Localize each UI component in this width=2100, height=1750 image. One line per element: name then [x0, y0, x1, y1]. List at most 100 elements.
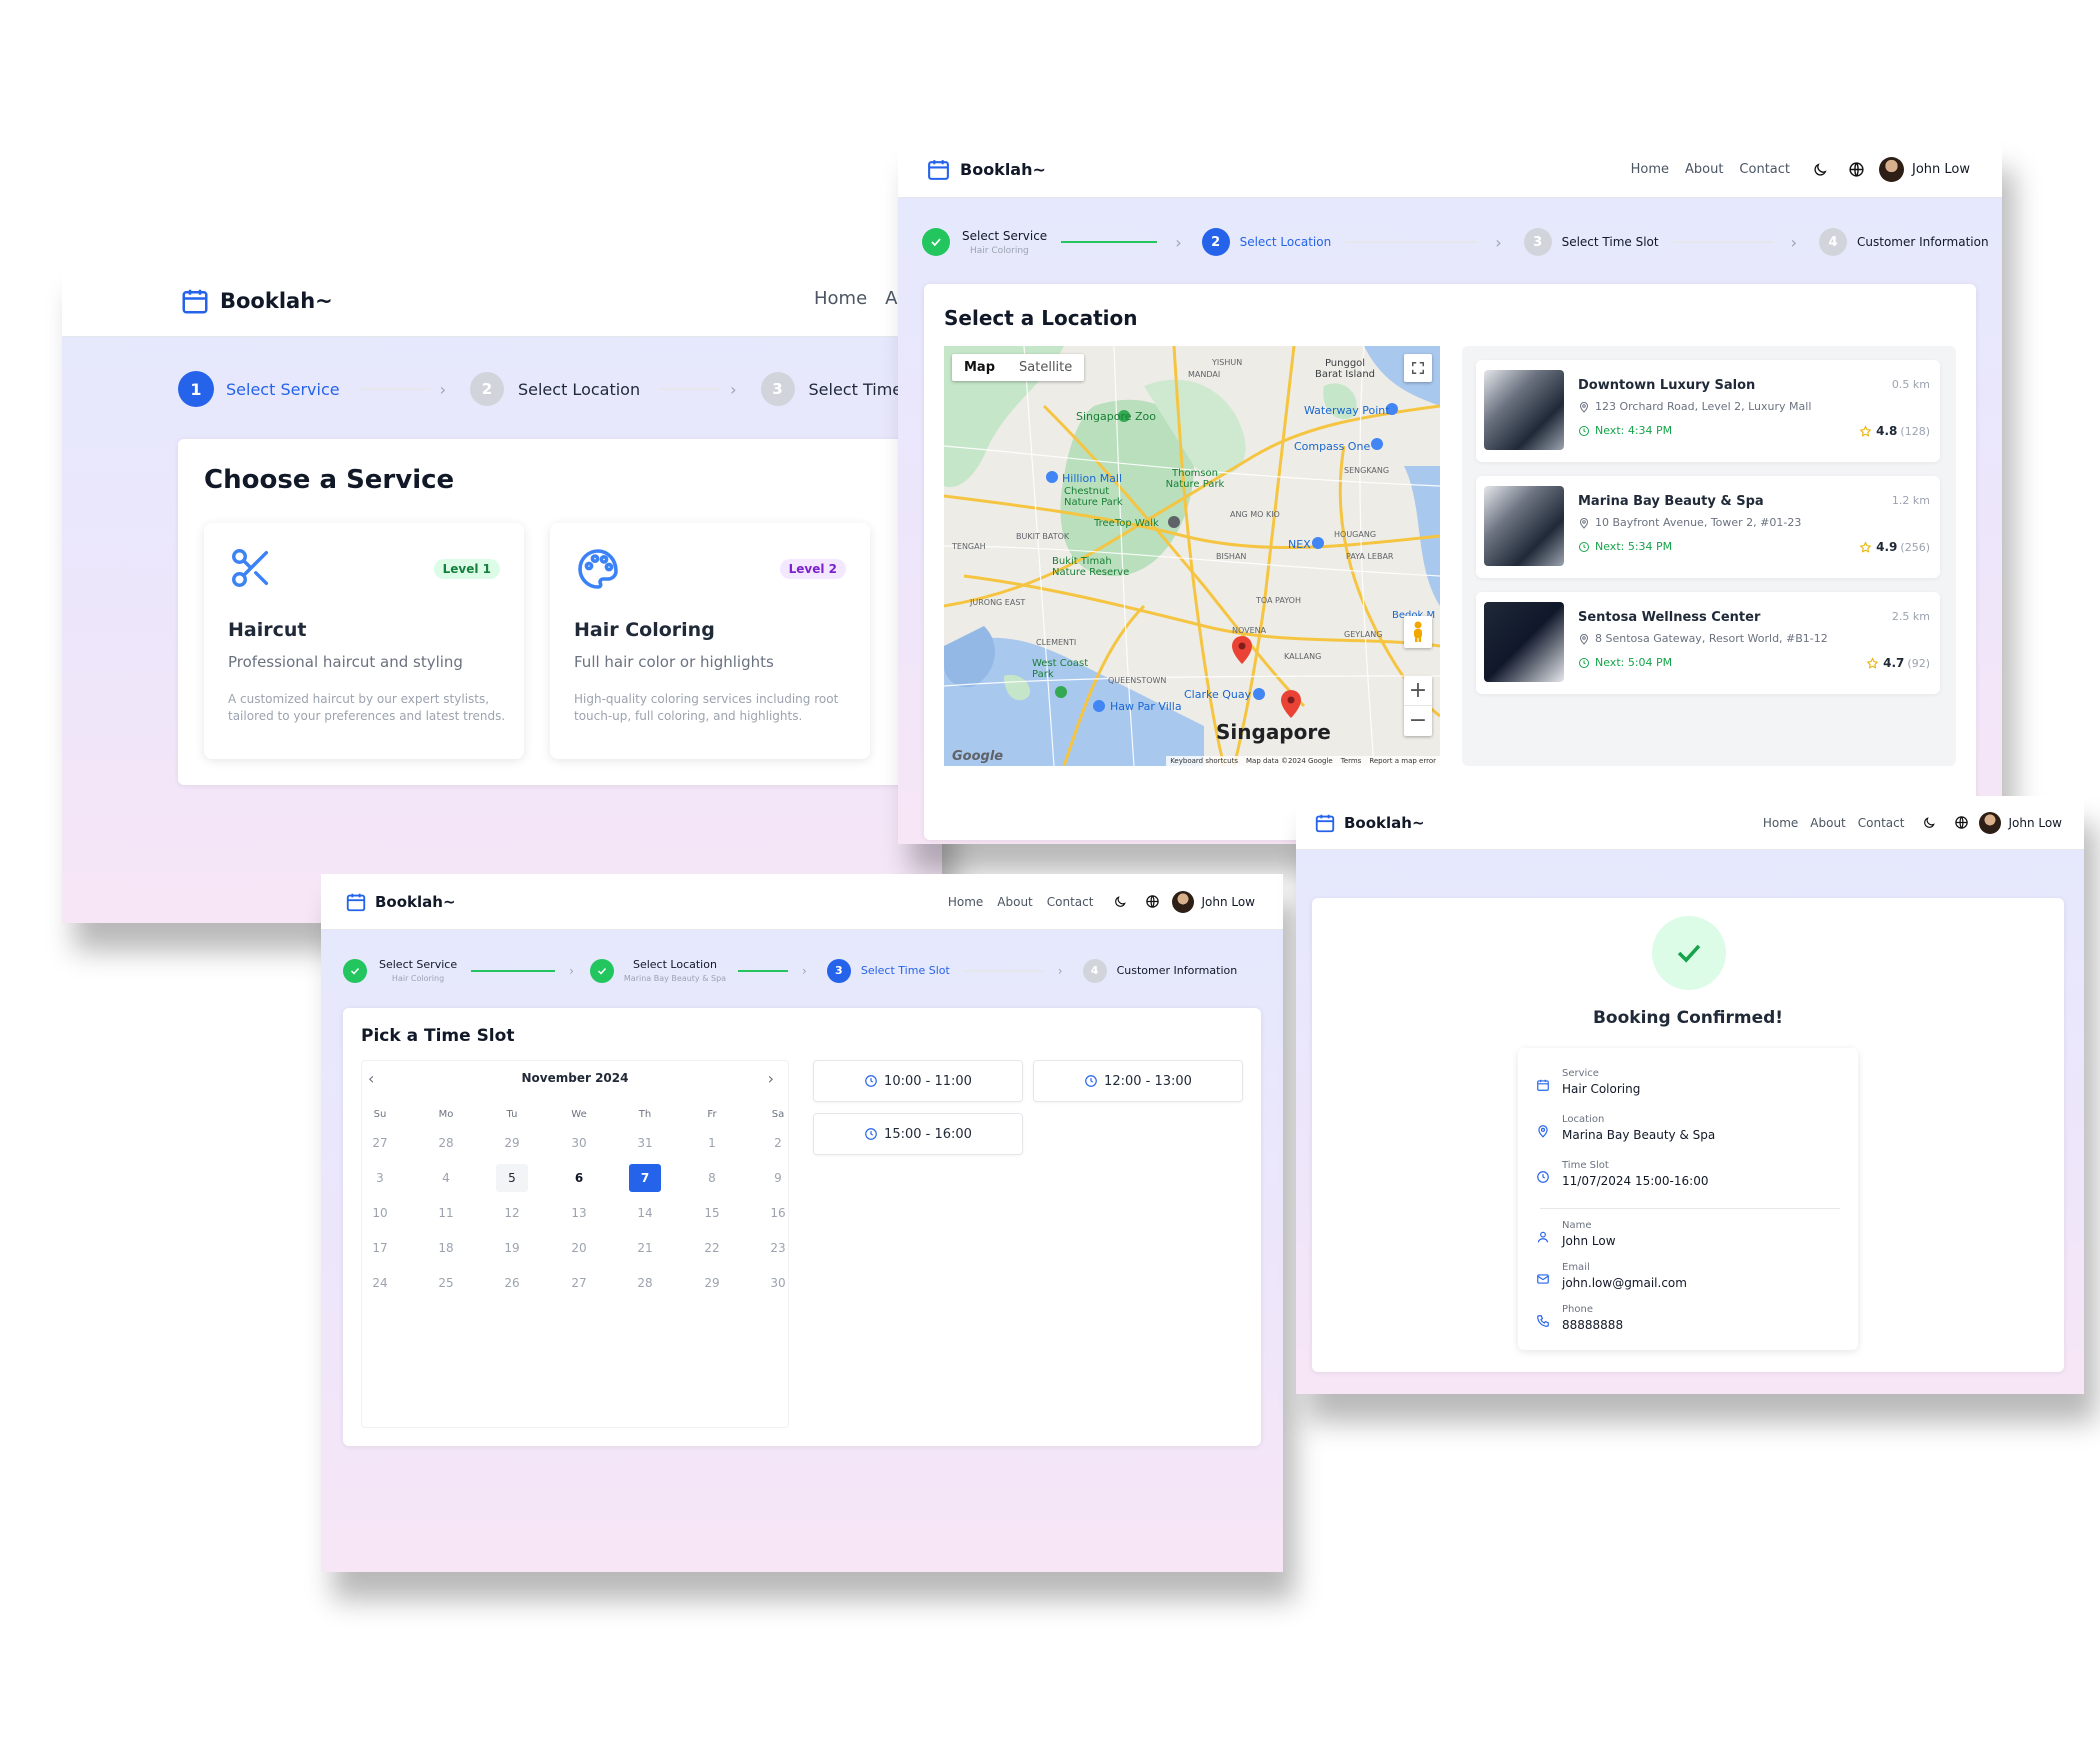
globe-icon[interactable] [1848, 161, 1865, 178]
nav-home[interactable]: Home [948, 895, 983, 909]
step-select-location[interactable]: Select Location Marina Bay Beauty & Spa [589, 958, 726, 983]
fullscreen-button[interactable] [1404, 354, 1432, 382]
location-option[interactable]: Downtown Luxury Salon 0.5 km 123 Orchard… [1476, 360, 1940, 462]
service-option-haircut[interactable]: Level 1 Haircut Professional haircut and… [204, 523, 524, 759]
nav-contact[interactable]: Contact [1047, 895, 1094, 909]
calendar-day[interactable]: 11 [430, 1199, 462, 1227]
calendar-day[interactable]: 28 [430, 1129, 462, 1157]
step-customer-information[interactable]: 4 Customer Information [1819, 228, 1989, 256]
avatar[interactable] [1979, 811, 2002, 834]
moon-icon[interactable] [1113, 895, 1127, 909]
calendar-day[interactable]: 3 [364, 1164, 396, 1192]
nav-contact[interactable]: Contact [1858, 816, 1905, 830]
nav-home[interactable]: Home [814, 288, 867, 309]
user-name[interactable]: John Low [1201, 895, 1255, 909]
calendar-day[interactable]: 29 [496, 1129, 528, 1157]
location-option[interactable]: Marina Bay Beauty & Spa 1.2 km 10 Bayfro… [1476, 476, 1940, 578]
calendar-day[interactable]: 30 [762, 1269, 794, 1297]
nav-contact[interactable]: Contact [1739, 162, 1790, 177]
step-customer-information[interactable]: 4 Customer Information [1082, 958, 1237, 983]
calendar-day[interactable]: 27 [563, 1269, 595, 1297]
calendar-day[interactable]: 14 [629, 1199, 661, 1227]
brand-logo[interactable]: Booklah~ [345, 891, 456, 913]
user-name[interactable]: John Low [1912, 162, 1970, 177]
step-select-service[interactable]: Select Service Hair Coloring [922, 228, 1047, 256]
time-slot-option[interactable]: 15:00 - 16:00 [813, 1113, 1023, 1155]
calendar-day[interactable]: 2 [762, 1129, 794, 1157]
calendar-day[interactable]: 21 [629, 1234, 661, 1262]
map[interactable]: Singapore Zoo Hillion Mall Chestnut Natu… [944, 346, 1440, 766]
stepper: Select Service Hair Coloring › Select Lo… [343, 958, 1237, 983]
calendar-day[interactable]: 29 [696, 1269, 728, 1297]
detail-label: Phone [1562, 1304, 1593, 1315]
zoom-in-button[interactable]: + [1404, 676, 1432, 706]
brand-logo[interactable]: Booklah~ [1314, 812, 1425, 834]
calendar-day[interactable]: 6 [563, 1164, 595, 1192]
nav-links: Home About Contact John Low [1763, 811, 2062, 834]
calendar-day[interactable]: 20 [563, 1234, 595, 1262]
calendar-day[interactable]: 4 [430, 1164, 462, 1192]
calendar-day[interactable]: 8 [696, 1164, 728, 1192]
map-place-label: CLEMENTI [1036, 638, 1077, 647]
globe-icon[interactable] [1145, 894, 1160, 909]
calendar-day[interactable]: 9 [762, 1164, 794, 1192]
calendar-day[interactable]: 5 [496, 1164, 528, 1192]
nav-home[interactable]: Home [1631, 162, 1669, 177]
brand-logo[interactable]: Booklah~ [180, 286, 333, 316]
step-select-location[interactable]: 2 Select Location [469, 372, 640, 406]
calendar-day[interactable]: 12 [496, 1199, 528, 1227]
keyboard-shortcuts-link[interactable]: Keyboard shortcuts [1170, 757, 1238, 765]
calendar-day[interactable]: 28 [629, 1269, 661, 1297]
nav-about[interactable]: About [997, 895, 1032, 909]
mail-icon [1537, 1274, 1549, 1284]
calendar-day[interactable]: 24 [364, 1269, 396, 1297]
globe-icon[interactable] [1954, 815, 1969, 830]
calendar-day[interactable]: 26 [496, 1269, 528, 1297]
user-name[interactable]: John Low [2008, 816, 2062, 830]
moon-icon[interactable] [1812, 162, 1828, 178]
map-place-label: Waterway Point [1304, 404, 1390, 417]
map-tab-map[interactable]: Map [952, 354, 1007, 381]
step-select-time-slot[interactable]: 3 Select Time Slot [826, 958, 950, 983]
report-map-error-link[interactable]: Report a map error [1369, 757, 1436, 765]
step-select-service[interactable]: 1 Select Service [178, 371, 340, 407]
step-number: 3 [1523, 228, 1552, 256]
street-view-pegman[interactable] [1404, 616, 1432, 648]
calendar-day[interactable]: 16 [762, 1199, 794, 1227]
service-option-hair-coloring[interactable]: Level 2 Hair Coloring Full hair color or… [550, 523, 870, 759]
nav-home[interactable]: Home [1763, 816, 1798, 830]
step-select-location[interactable]: 2 Select Location [1201, 228, 1331, 256]
step-select-service[interactable]: Select Service Hair Coloring [343, 958, 457, 983]
calendar-day[interactable]: 10 [364, 1199, 396, 1227]
calendar-day[interactable]: 31 [629, 1129, 661, 1157]
nav-about[interactable]: About [1810, 816, 1845, 830]
time-slot-option[interactable]: 12:00 - 13:00 [1033, 1060, 1243, 1102]
calendar-day[interactable]: 18 [430, 1234, 462, 1262]
step-select-time-slot[interactable]: 3 Select Time Slot [1523, 228, 1659, 256]
zoom-out-button[interactable]: − [1404, 706, 1432, 736]
calendar-day[interactable]: 15 [696, 1199, 728, 1227]
calendar-day[interactable]: 19 [496, 1234, 528, 1262]
avatar[interactable] [1879, 157, 1904, 182]
calendar-day-selected[interactable]: 7 [629, 1164, 661, 1192]
avatar[interactable] [1172, 890, 1195, 913]
terms-link[interactable]: Terms [1341, 757, 1362, 765]
nav-about[interactable]: About [1685, 162, 1723, 177]
slot-list: 10:00 - 11:00 12:00 - 13:00 15:00 - 16:0… [813, 1060, 1243, 1180]
calendar-day[interactable]: 17 [364, 1234, 396, 1262]
calendar-day[interactable]: 1 [696, 1129, 728, 1157]
detail-email: Email john.low@gmail.com [1537, 1262, 1687, 1290]
moon-icon[interactable] [1922, 816, 1936, 830]
map-tab-satellite[interactable]: Satellite [1007, 354, 1084, 381]
calendar-day[interactable]: 25 [430, 1269, 462, 1297]
calendar-day[interactable]: 27 [364, 1129, 396, 1157]
calendar-day[interactable]: 13 [563, 1199, 595, 1227]
location-option[interactable]: Sentosa Wellness Center 2.5 km 8 Sentosa… [1476, 592, 1940, 694]
calendar-day[interactable]: 23 [762, 1234, 794, 1262]
calendar-day[interactable]: 30 [563, 1129, 595, 1157]
next-month-button[interactable]: › [768, 1069, 774, 1088]
map-place-label: Haw Par Villa [1110, 700, 1182, 713]
brand-logo[interactable]: Booklah~ [926, 157, 1046, 182]
time-slot-option[interactable]: 10:00 - 11:00 [813, 1060, 1023, 1102]
calendar-day[interactable]: 22 [696, 1234, 728, 1262]
